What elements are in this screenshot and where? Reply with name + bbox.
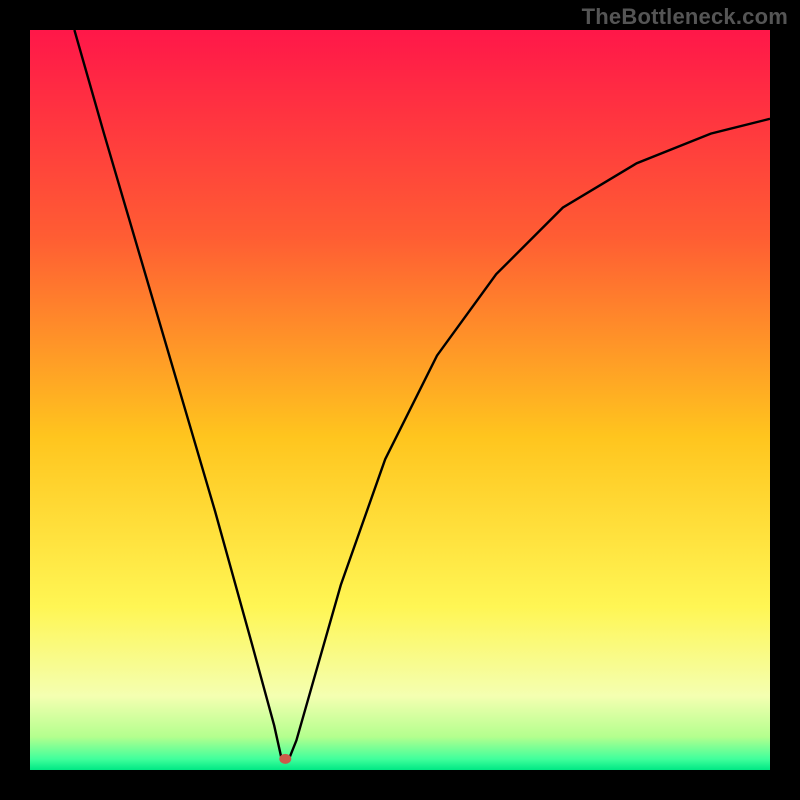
chart-frame: TheBottleneck.com bbox=[0, 0, 800, 800]
optimum-marker bbox=[279, 754, 291, 764]
plot-area bbox=[30, 30, 770, 770]
watermark-text: TheBottleneck.com bbox=[582, 4, 788, 30]
chart-svg bbox=[30, 30, 770, 770]
gradient-background bbox=[30, 30, 770, 770]
